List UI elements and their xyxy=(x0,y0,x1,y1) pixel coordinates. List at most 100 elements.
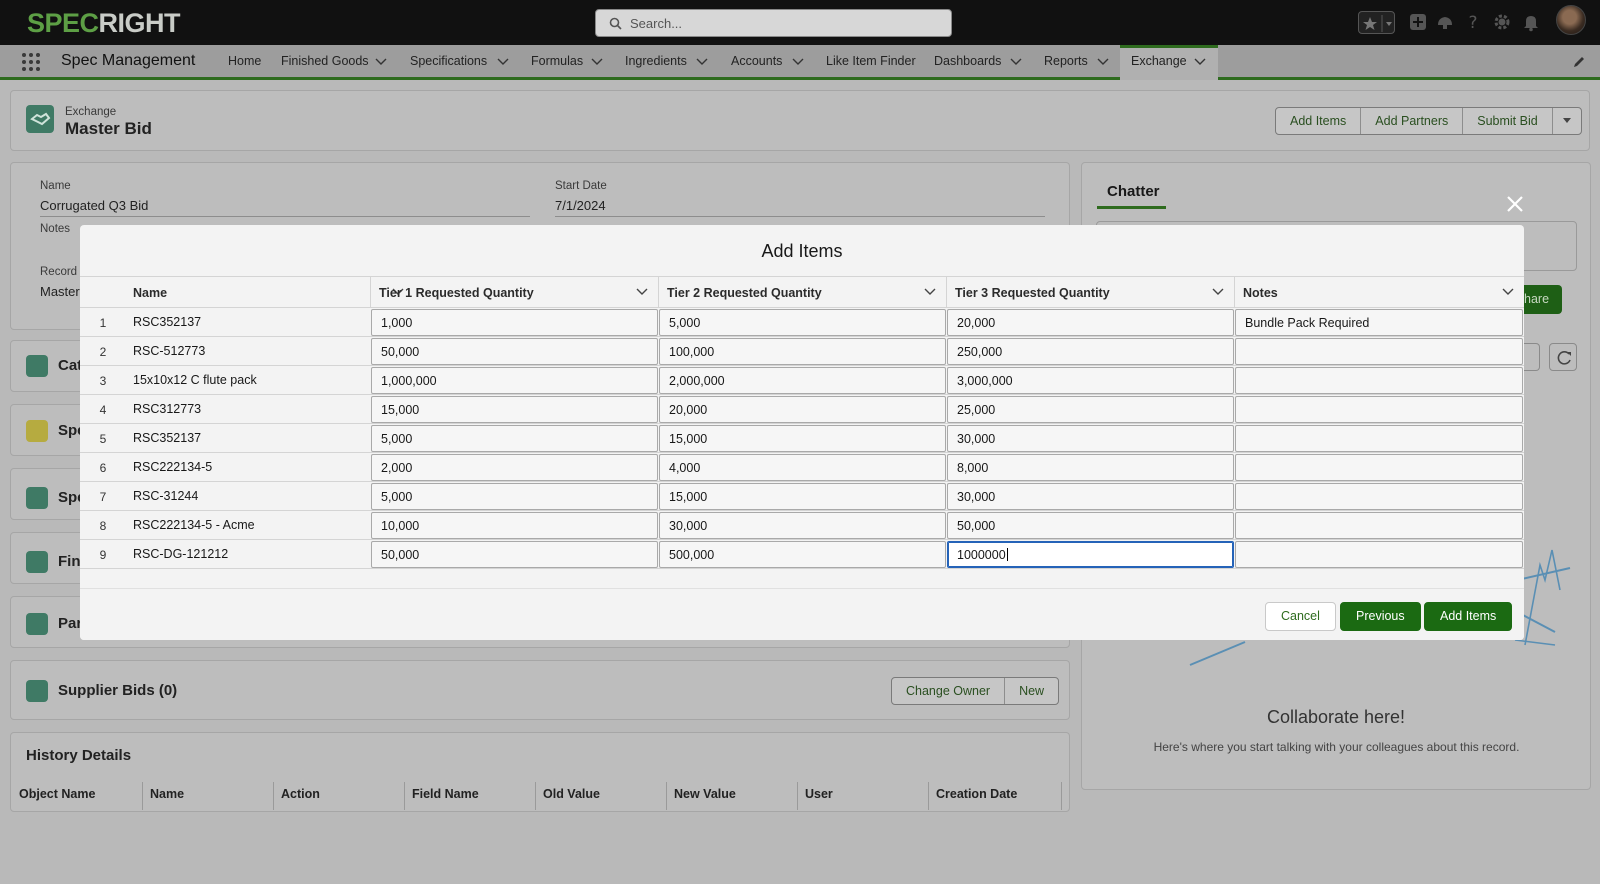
app-launcher-icon[interactable] xyxy=(22,53,40,71)
nav-item-specifications[interactable]: Specifications xyxy=(410,54,487,68)
refresh-feed-button[interactable] xyxy=(1549,343,1577,371)
chevron-down-icon[interactable] xyxy=(590,55,604,67)
nav-item-exchange[interactable]: Exchange xyxy=(1131,54,1187,68)
chevron-down-icon[interactable] xyxy=(1212,288,1224,296)
nav-item-home[interactable]: Home xyxy=(228,54,261,68)
tier3-quantity-input[interactable]: 8,000 xyxy=(947,454,1234,481)
new-supplier-bid-button[interactable]: New xyxy=(1005,678,1058,704)
record-action-buttons: Add Items Add Partners Submit Bid xyxy=(1275,107,1582,135)
tier3-quantity-input[interactable]: 20,000 xyxy=(947,309,1234,336)
col-header-tier1[interactable]: Tier 1 Requested Quantity xyxy=(370,277,658,308)
add-items-action-button[interactable]: Add Items xyxy=(1276,108,1362,134)
submit-bid-action-button[interactable]: Submit Bid xyxy=(1463,108,1553,134)
chevron-down-icon[interactable] xyxy=(496,55,510,67)
tier2-quantity-input[interactable]: 5,000 xyxy=(659,309,946,336)
tier3-quantity-input[interactable]: 250,000 xyxy=(947,338,1234,365)
tier1-quantity-input[interactable]: 50,000 xyxy=(371,541,658,568)
tier3-quantity-input-focused[interactable]: 1000000 xyxy=(947,541,1234,568)
history-col-new-value[interactable]: New Value xyxy=(667,782,798,810)
tier1-quantity-input[interactable]: 5,000 xyxy=(371,483,658,510)
global-search-input[interactable]: Search... xyxy=(595,9,952,37)
tier1-quantity-input[interactable]: 1,000 xyxy=(371,309,658,336)
tier3-quantity-input[interactable]: 30,000 xyxy=(947,425,1234,452)
tier2-quantity-input[interactable]: 4,000 xyxy=(659,454,946,481)
tier2-quantity-input[interactable]: 30,000 xyxy=(659,512,946,539)
tier1-quantity-input[interactable]: 10,000 xyxy=(371,512,658,539)
tier2-quantity-input[interactable]: 500,000 xyxy=(659,541,946,568)
nav-item-accounts[interactable]: Accounts xyxy=(731,54,782,68)
tier1-quantity-input[interactable]: 1,000,000 xyxy=(371,367,658,394)
specright-logo[interactable]: SPECRIGHT xyxy=(27,8,181,39)
previous-button[interactable]: Previous xyxy=(1340,602,1421,631)
tier1-quantity-input[interactable]: 15,000 xyxy=(371,396,658,423)
nav-item-ingredients[interactable]: Ingredients xyxy=(625,54,687,68)
cancel-button[interactable]: Cancel xyxy=(1265,602,1336,631)
chatter-search-input[interactable] xyxy=(1524,343,1540,371)
tier3-quantity-input[interactable]: 30,000 xyxy=(947,483,1234,510)
notes-input[interactable] xyxy=(1235,338,1523,365)
notes-input[interactable] xyxy=(1235,541,1523,568)
chatter-tab[interactable]: Chatter xyxy=(1107,183,1160,200)
chatter-share-button[interactable]: hare xyxy=(1524,285,1562,314)
notes-input[interactable] xyxy=(1235,454,1523,481)
tier1-quantity-input[interactable]: 2,000 xyxy=(371,454,658,481)
history-col-field-name[interactable]: Field Name xyxy=(405,782,536,810)
chevron-down-icon[interactable] xyxy=(1009,55,1023,67)
tier3-quantity-input[interactable]: 3,000,000 xyxy=(947,367,1234,394)
history-col-creation-date[interactable]: Creation Date xyxy=(929,782,1062,810)
col-header-tier3[interactable]: Tier 3 Requested Quantity xyxy=(946,277,1234,308)
add-icon[interactable] xyxy=(1408,12,1428,32)
related-list-title[interactable]: Par xyxy=(58,615,82,632)
edit-nav-pencil-icon[interactable] xyxy=(1572,55,1586,69)
chevron-down-icon[interactable] xyxy=(1193,55,1207,67)
chevron-down-icon[interactable] xyxy=(1096,55,1110,67)
history-col-action[interactable]: Action xyxy=(274,782,405,810)
favorites-button[interactable] xyxy=(1358,11,1395,34)
chevron-down-icon[interactable] xyxy=(924,288,936,296)
change-owner-button[interactable]: Change Owner xyxy=(892,678,1006,704)
notes-input[interactable] xyxy=(1235,483,1523,510)
tier2-quantity-input[interactable]: 2,000,000 xyxy=(659,367,946,394)
supplier-bids-title[interactable]: Supplier Bids (0) xyxy=(58,682,177,699)
notes-input[interactable] xyxy=(1235,512,1523,539)
user-avatar[interactable] xyxy=(1556,5,1586,35)
chevron-down-icon[interactable] xyxy=(695,55,709,67)
help-icon[interactable]: ? xyxy=(1463,12,1483,32)
trailhead-icon[interactable] xyxy=(1435,12,1455,32)
tier2-quantity-input[interactable]: 20,000 xyxy=(659,396,946,423)
tier3-quantity-input[interactable]: 25,000 xyxy=(947,396,1234,423)
nav-item-reports[interactable]: Reports xyxy=(1044,54,1088,68)
more-actions-dropdown[interactable] xyxy=(1553,108,1581,134)
history-col-name[interactable]: Name xyxy=(143,782,274,810)
notes-input[interactable] xyxy=(1235,367,1523,394)
related-list-title[interactable]: Cat xyxy=(58,357,82,374)
add-items-button[interactable]: Add Items xyxy=(1424,602,1513,631)
tier3-quantity-input[interactable]: 50,000 xyxy=(947,512,1234,539)
history-col-object-name[interactable]: Object Name xyxy=(12,782,143,810)
notes-input[interactable] xyxy=(1235,425,1523,452)
tier1-quantity-input[interactable]: 5,000 xyxy=(371,425,658,452)
chevron-down-icon[interactable] xyxy=(791,55,805,67)
modal-close-icon[interactable] xyxy=(1504,193,1526,215)
history-col-old-value[interactable]: Old Value xyxy=(536,782,667,810)
settings-gear-icon[interactable] xyxy=(1492,12,1512,32)
chevron-down-icon[interactable] xyxy=(1502,288,1514,296)
notes-input[interactable]: Bundle Pack Required xyxy=(1235,309,1523,336)
nav-item-like-item-finder[interactable]: Like Item Finder xyxy=(826,54,916,68)
nav-item-dashboards[interactable]: Dashboards xyxy=(934,54,1001,68)
tier2-quantity-input[interactable]: 15,000 xyxy=(659,483,946,510)
col-header-notes[interactable]: Notes xyxy=(1234,277,1524,308)
chevron-down-icon[interactable] xyxy=(374,55,388,67)
tier1-quantity-input[interactable]: 50,000 xyxy=(371,338,658,365)
history-col-user[interactable]: User xyxy=(798,782,929,810)
nav-item-formulas[interactable]: Formulas xyxy=(531,54,583,68)
notifications-bell-icon[interactable] xyxy=(1521,12,1541,32)
add-partners-action-button[interactable]: Add Partners xyxy=(1361,108,1464,134)
related-list-title[interactable]: Fin xyxy=(58,553,81,570)
col-header-tier2[interactable]: Tier 2 Requested Quantity xyxy=(658,277,946,308)
notes-input[interactable] xyxy=(1235,396,1523,423)
tier2-quantity-input[interactable]: 100,000 xyxy=(659,338,946,365)
nav-item-finished-goods[interactable]: Finished Goods xyxy=(281,54,369,68)
chevron-down-icon[interactable] xyxy=(636,288,648,296)
tier2-quantity-input[interactable]: 15,000 xyxy=(659,425,946,452)
